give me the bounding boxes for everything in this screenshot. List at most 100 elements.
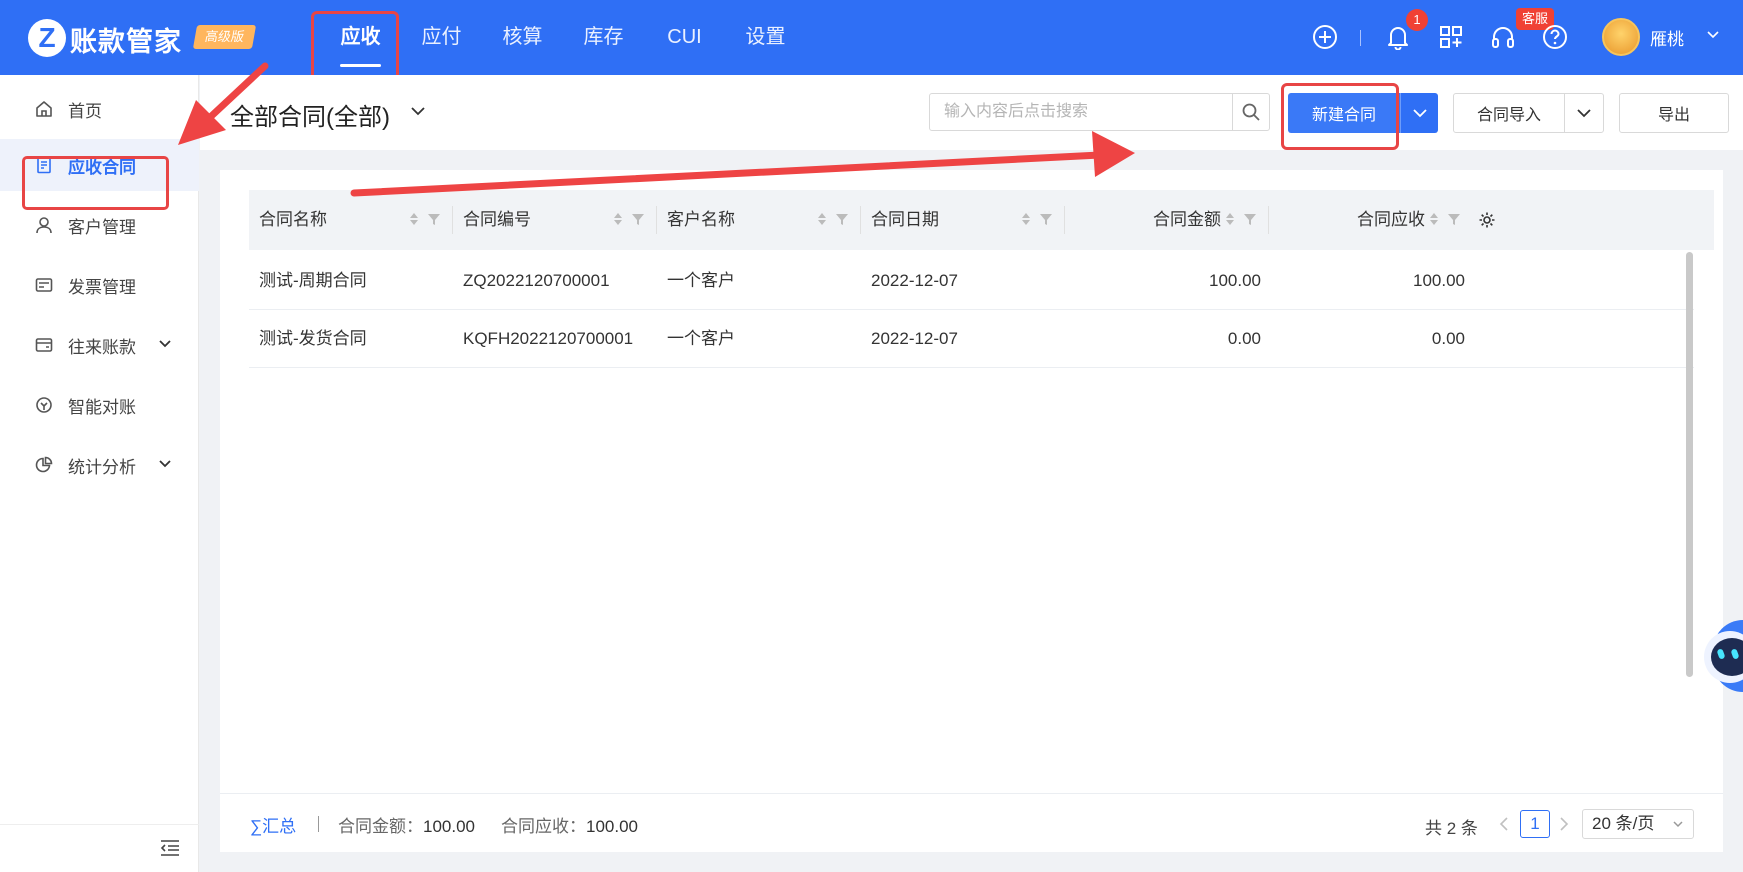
column-controls[interactable] xyxy=(1429,212,1461,226)
sidebar-footer xyxy=(0,824,199,872)
sidebar-item-label: 往来账款 xyxy=(68,337,136,357)
column-divider xyxy=(1268,206,1269,234)
filter-icon[interactable] xyxy=(1039,212,1053,226)
chevron-down-icon xyxy=(1673,821,1683,828)
add-circle-icon[interactable] xyxy=(1310,22,1340,52)
chevron-down-icon[interactable] xyxy=(410,104,426,118)
invoice-icon xyxy=(34,275,54,295)
avatar[interactable] xyxy=(1602,18,1640,56)
column-controls[interactable] xyxy=(1225,212,1257,226)
headset-icon[interactable] xyxy=(1488,22,1518,52)
chevron-left-icon[interactable] xyxy=(1498,816,1510,832)
sidebar-item-home[interactable]: 首页 xyxy=(0,83,199,135)
cell-code: ZQ2022120700001 xyxy=(463,271,610,290)
column-controls[interactable] xyxy=(817,212,849,226)
cell-date: 2022-12-07 xyxy=(871,271,958,290)
nav-item-cui[interactable]: CUI xyxy=(644,0,725,75)
sidebar-item-label: 客户管理 xyxy=(68,217,136,237)
cell-name: 测试-周期合同 xyxy=(259,271,367,290)
chevron-down-icon xyxy=(1577,109,1591,118)
summary-receivable: 合同应收：100.00 xyxy=(501,817,638,836)
search-input[interactable] xyxy=(929,93,1234,131)
home-icon xyxy=(34,99,54,119)
chevron-down-icon[interactable] xyxy=(158,457,172,471)
pie-chart-icon xyxy=(34,455,54,475)
ledger-icon xyxy=(34,335,54,355)
table-row[interactable]: 测试-周期合同 ZQ2022120700001 一个客户 2022-12-07 … xyxy=(249,252,1694,310)
chevron-down-icon xyxy=(1412,109,1427,118)
column-header-customer[interactable]: 客户名称 xyxy=(667,190,735,250)
page-title[interactable]: 全部合同(全部) xyxy=(230,97,390,132)
import-contract-button[interactable]: 合同导入 xyxy=(1453,93,1565,133)
sort-icon[interactable] xyxy=(1021,212,1031,226)
sidebar-item-accounts[interactable]: 往来账款 xyxy=(0,319,199,371)
cell-amount: 0.00 xyxy=(1227,329,1261,348)
apps-icon[interactable] xyxy=(1436,22,1466,52)
table-row[interactable]: 测试-发货合同 KQFH2022120700001 一个客户 2022-12-0… xyxy=(249,310,1694,368)
notification-badge: 1 xyxy=(1406,9,1428,31)
nav-item-inventory[interactable]: 库存 xyxy=(563,0,644,75)
table-header: 合同名称 合同编号 客户名称 合同日期 合同金额 合同应收 xyxy=(249,190,1714,250)
sort-icon[interactable] xyxy=(1429,212,1439,226)
column-header-amount[interactable]: 合同金额 xyxy=(1075,190,1221,250)
column-header-name[interactable]: 合同名称 xyxy=(259,190,327,250)
search-button[interactable] xyxy=(1232,93,1270,131)
sidebar-item-statistics[interactable]: 统计分析 xyxy=(0,439,199,491)
page-size-select[interactable]: 20 条/页 xyxy=(1582,809,1694,839)
nav-item-payable[interactable]: 应付 xyxy=(401,0,482,75)
import-contract-dropdown[interactable] xyxy=(1564,93,1604,133)
column-header-receivable[interactable]: 合同应收 xyxy=(1279,190,1425,250)
help-icon[interactable] xyxy=(1540,22,1570,52)
vertical-scrollbar[interactable] xyxy=(1686,252,1693,677)
cell-customer: 一个客户 xyxy=(667,329,735,348)
sidebar-item-label: 智能对账 xyxy=(68,397,136,417)
cell-code: KQFH2022120700001 xyxy=(463,329,634,348)
top-bar: Z 账款管家 高级版 应收 应付 核算 库存 CUI 设置 1 客服 雁桃 xyxy=(0,0,1743,83)
sort-icon[interactable] xyxy=(1225,212,1235,226)
summary-label[interactable]: ∑汇总 xyxy=(250,812,296,837)
filter-icon[interactable] xyxy=(631,212,645,226)
nav-item-settings[interactable]: 设置 xyxy=(725,0,806,75)
sidebar-item-reconcile[interactable]: 智能对账 xyxy=(0,379,199,431)
filter-icon[interactable] xyxy=(835,212,849,226)
filter-icon[interactable] xyxy=(1447,212,1461,226)
column-header-code[interactable]: 合同编号 xyxy=(463,190,531,250)
cell-amount: 100.00 xyxy=(1209,271,1261,290)
sidebar-item-label: 统计分析 xyxy=(68,457,136,477)
page-header: 全部合同(全部) 新建合同 合同导入 导出 xyxy=(200,75,1743,150)
edition-badge: 高级版 xyxy=(192,25,257,49)
column-controls[interactable] xyxy=(409,212,441,226)
column-controls[interactable] xyxy=(1021,212,1053,226)
annotation-box-new-button xyxy=(1281,83,1399,150)
cell-customer: 一个客户 xyxy=(667,271,735,290)
filter-icon[interactable] xyxy=(427,212,441,226)
chevron-down-icon[interactable] xyxy=(158,337,172,351)
sort-icon[interactable] xyxy=(409,212,419,226)
user-name[interactable]: 雁桃 xyxy=(1650,25,1684,50)
sidebar-item-invoices[interactable]: 发票管理 xyxy=(0,259,199,311)
sidebar-item-label: 首页 xyxy=(68,101,102,121)
page-current[interactable]: 1 xyxy=(1520,810,1550,838)
summary-amount: 合同金额：100.00 xyxy=(338,817,475,836)
filter-icon[interactable] xyxy=(1243,212,1257,226)
new-contract-dropdown[interactable] xyxy=(1400,93,1438,133)
gear-icon[interactable] xyxy=(1478,211,1496,229)
chevron-right-icon[interactable] xyxy=(1558,816,1570,832)
cell-date: 2022-12-07 xyxy=(871,329,958,348)
annotation-box-sidebar xyxy=(22,156,169,210)
assistant-robot-icon[interactable] xyxy=(1700,615,1743,695)
sidebar-item-label: 发票管理 xyxy=(68,277,136,297)
reconcile-icon xyxy=(34,395,54,415)
sort-icon[interactable] xyxy=(817,212,827,226)
collapse-sidebar-icon[interactable] xyxy=(160,839,180,857)
search-icon xyxy=(1242,103,1260,121)
cell-receivable: 0.00 xyxy=(1431,329,1465,348)
sort-icon[interactable] xyxy=(613,212,623,226)
column-header-date[interactable]: 合同日期 xyxy=(871,190,939,250)
nav-item-accounting[interactable]: 核算 xyxy=(482,0,563,75)
contract-table-card: 合同名称 合同编号 客户名称 合同日期 合同金额 合同应收 测试-周期合同 ZQ… xyxy=(220,170,1723,852)
column-divider xyxy=(452,206,453,234)
column-controls[interactable] xyxy=(613,212,645,226)
chevron-down-icon[interactable] xyxy=(1706,28,1720,42)
export-button[interactable]: 导出 xyxy=(1619,93,1729,133)
